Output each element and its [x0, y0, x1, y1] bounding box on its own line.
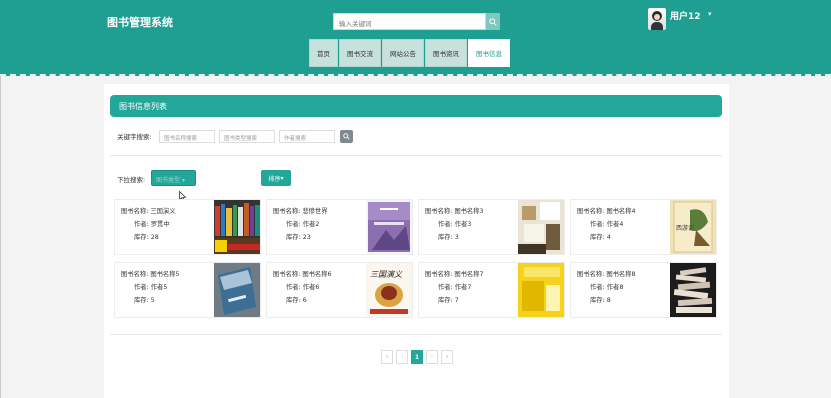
chevron-down-icon: ▾: [181, 177, 185, 184]
book-type-search-input[interactable]: 图书类型搜索: [219, 130, 275, 143]
main-nav: 首页 图书交流 网站公告 图书资讯 图书信息: [309, 39, 510, 67]
first-page-button[interactable]: «: [381, 350, 393, 364]
book-cover-image[interactable]: 西游记: [670, 200, 716, 254]
book-card[interactable]: 图书名称: 图书名称3 作者: 作者3 库存: 3: [418, 199, 565, 255]
sort-label: 排序: [268, 175, 281, 183]
book-stock: 4: [606, 234, 611, 241]
last-page-button[interactable]: »: [441, 350, 453, 364]
divider: [110, 334, 722, 335]
book-name: 图书名称5: [150, 271, 180, 278]
book-author: 作者5: [150, 284, 168, 291]
book-cover-image[interactable]: [366, 200, 412, 254]
search-icon: [343, 133, 350, 140]
book-stock: 8: [606, 297, 611, 304]
book-cover-image[interactable]: [670, 263, 716, 317]
book-type-select-value: 图书类型: [156, 177, 181, 184]
divider: [110, 155, 722, 156]
book-stock: 6: [302, 297, 307, 304]
book-name-search-input[interactable]: 图书名称搜索: [159, 130, 215, 143]
book-name: 三国演义: [150, 208, 176, 215]
book-name: 图书名称3: [454, 208, 484, 215]
panel-title: 图书信息列表: [110, 95, 722, 117]
book-cover-image[interactable]: [518, 200, 564, 254]
book-stock: 28: [150, 234, 159, 241]
search-input[interactable]: 输入关键词: [333, 13, 486, 30]
nav-item-book-news[interactable]: 图书资讯: [425, 39, 467, 67]
content-panel: 图书信息列表 关键字搜索: 图书名称搜索 图书类型搜索 作者搜索 下拉搜索: 图…: [104, 84, 729, 398]
book-name: 图书名称6: [302, 271, 332, 278]
book-card[interactable]: 图书名称: 图书名称8 作者: 作者8 库存: 8: [570, 262, 717, 318]
book-name: 图书名称7: [454, 271, 484, 278]
book-author: 作者6: [302, 284, 320, 291]
avatar[interactable]: [648, 8, 666, 30]
book-type-select[interactable]: 图书类型 ▾: [151, 170, 196, 186]
nav-item-book-exchange[interactable]: 图书交流: [339, 39, 381, 67]
book-author: 作者8: [606, 284, 624, 291]
book-card[interactable]: 图书名称: 悲惨世界 作者: 作者2 库存: 23: [266, 199, 413, 255]
pagination: « ‹ 1 › »: [381, 350, 453, 364]
chevron-down-icon: ▾: [280, 174, 284, 182]
keyword-search-label: 关键字搜索:: [117, 133, 152, 141]
nav-item-announcements[interactable]: 网站公告: [382, 39, 424, 67]
book-name: 图书名称4: [606, 208, 636, 215]
book-card[interactable]: 图书名称: 图书名称6 作者: 作者6 库存: 6 三国演义: [266, 262, 413, 318]
book-author: 作者3: [454, 221, 472, 228]
book-card[interactable]: 图书名称: 图书名称4 作者: 作者4 库存: 4 西游记: [570, 199, 717, 255]
page-1-button[interactable]: 1: [411, 350, 423, 364]
book-stock: 23: [302, 234, 311, 241]
book-card[interactable]: 图书名称: 图书名称7 作者: 作者7 库存: 7: [418, 262, 565, 318]
prev-page-button[interactable]: ‹: [396, 350, 408, 364]
book-author: 作者7: [454, 284, 472, 291]
book-cover-image[interactable]: [518, 263, 564, 317]
book-author: 作者2: [302, 221, 320, 228]
book-card[interactable]: 图书名称: 图书名称5 作者: 作者5 库存: 5: [114, 262, 261, 318]
keyword-search-button[interactable]: [340, 130, 353, 143]
author-search-input[interactable]: 作者搜索: [279, 130, 335, 143]
dropdown-search-label: 下拉搜索:: [117, 176, 146, 184]
book-stock: 3: [454, 234, 459, 241]
book-cover-image[interactable]: [214, 200, 260, 254]
nav-item-book-info[interactable]: 图书信息: [468, 39, 510, 67]
sort-button[interactable]: 排序 ▾: [261, 170, 291, 186]
book-cover-image[interactable]: 三国演义: [366, 263, 412, 317]
book-author: 罗贯中: [150, 221, 170, 228]
header: 图书管理系统 输入关键词 用户12 ▾ 首页 图书交流 网站公告 图书资讯 图书…: [0, 0, 831, 76]
book-name: 悲惨世界: [302, 208, 328, 215]
user-name[interactable]: 用户12: [670, 9, 701, 22]
site-title: 图书管理系统: [107, 16, 173, 29]
svg-text:西游记: 西游记: [676, 224, 694, 232]
book-stock: 7: [454, 297, 459, 304]
next-page-button[interactable]: ›: [426, 350, 438, 364]
search-button[interactable]: [486, 13, 500, 30]
svg-text:三国演义: 三国演义: [370, 270, 403, 279]
book-cover-image[interactable]: [214, 263, 260, 317]
nav-item-home[interactable]: 首页: [309, 39, 338, 67]
book-name: 图书名称8: [606, 271, 636, 278]
book-stock: 5: [150, 297, 155, 304]
search-icon: [489, 17, 497, 26]
chevron-down-icon[interactable]: ▾: [708, 10, 712, 18]
book-card[interactable]: 图书名称: 三国演义 作者: 罗贯中 库存: 28: [114, 199, 261, 255]
book-author: 作者4: [606, 221, 624, 228]
